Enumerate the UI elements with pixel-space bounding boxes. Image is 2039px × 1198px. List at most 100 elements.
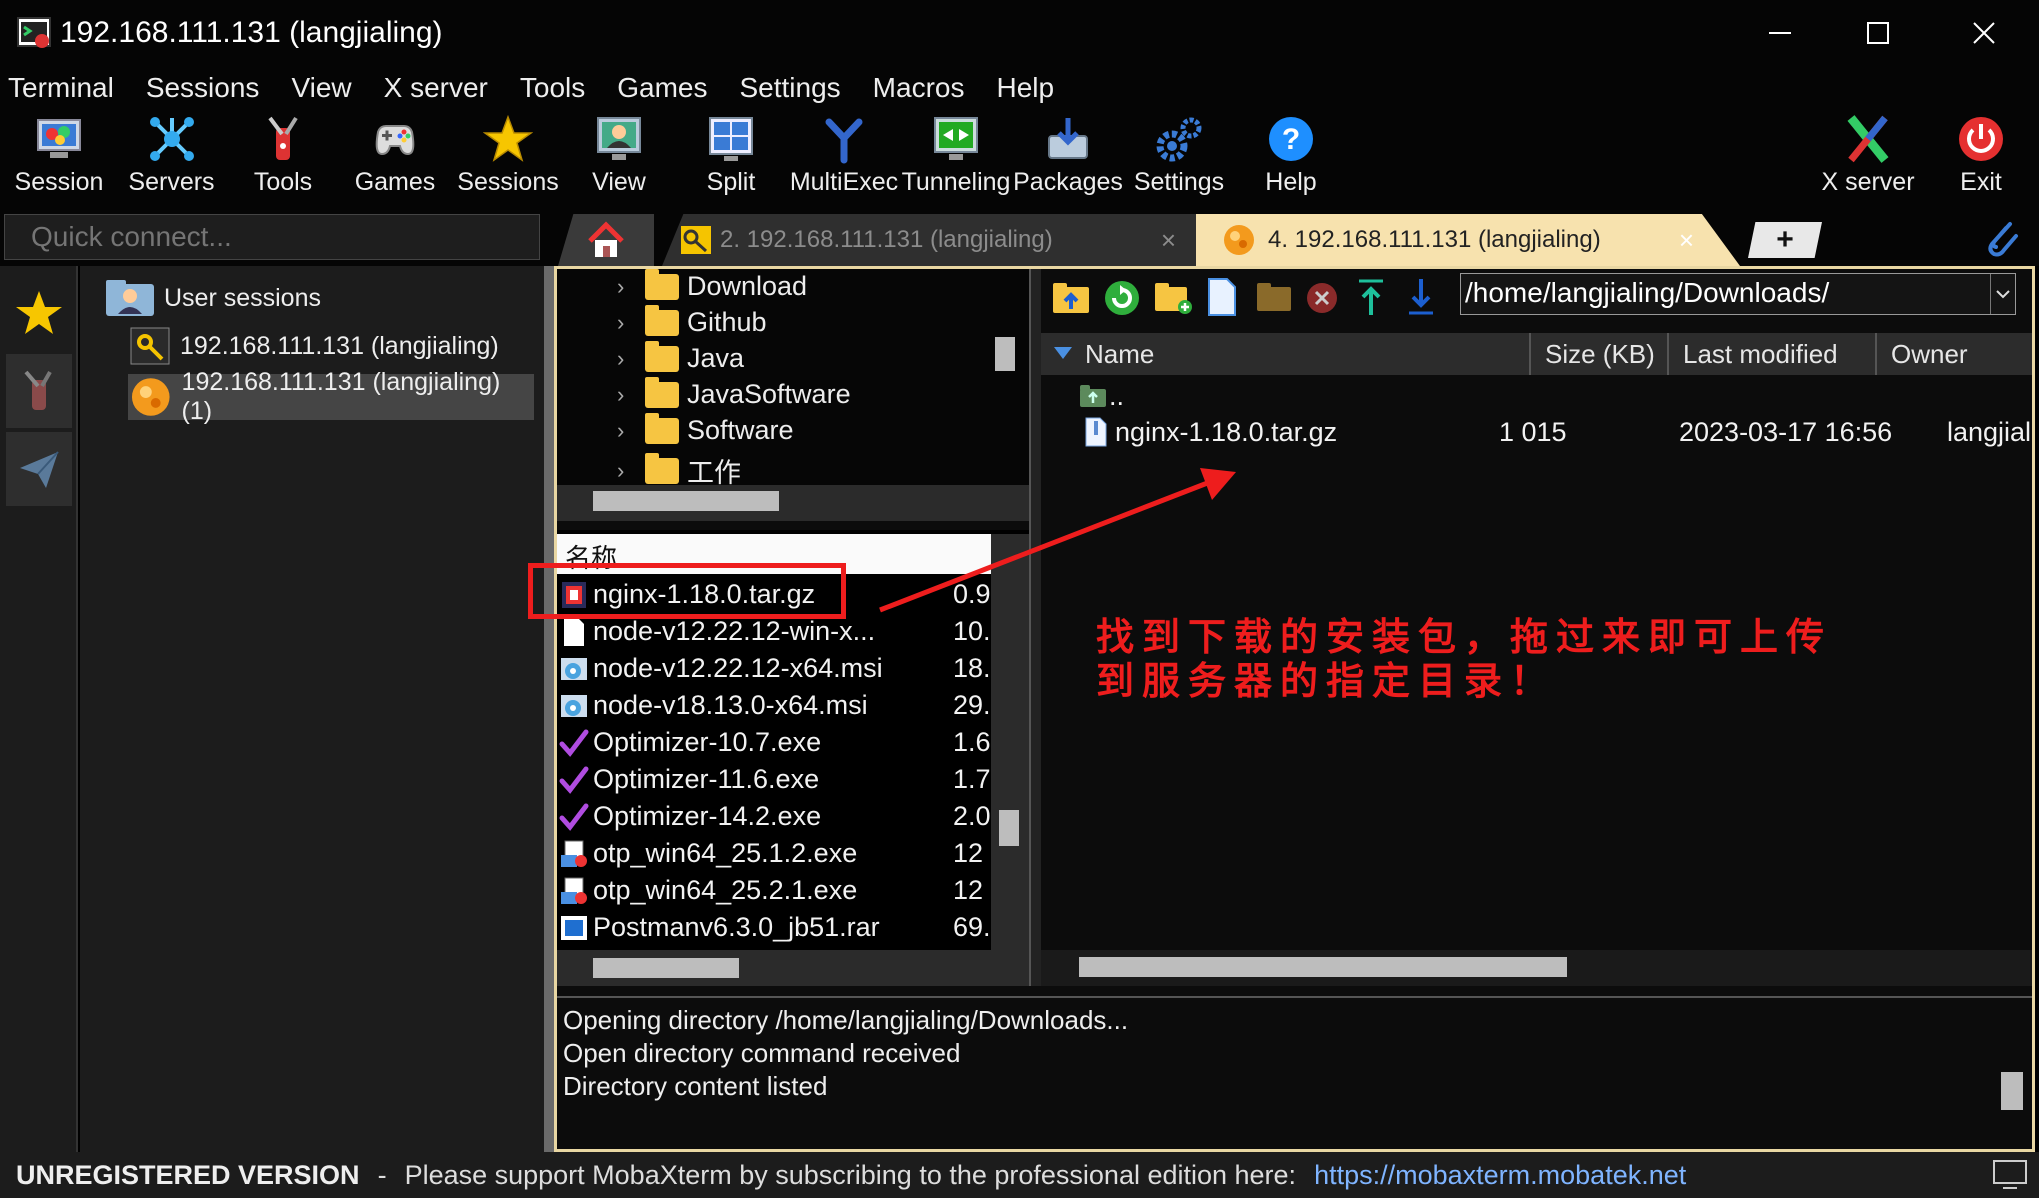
tab-session-4[interactable]: 4. 192.168.111.131 (langjialing) × [1196, 214, 1740, 266]
remote-path-field[interactable]: /home/langjialing/Downloads/ [1460, 273, 2016, 315]
file-name: node-v12.22.12-x64.msi [593, 653, 883, 683]
servers-button[interactable]: Servers [124, 110, 219, 206]
help-icon: ? [1269, 117, 1313, 161]
list-item-optimizer-14[interactable]: Optimizer-14.2.exe 2.0 [557, 798, 997, 835]
panel-splitter[interactable] [544, 266, 554, 1152]
menu-games[interactable]: Games [617, 72, 707, 104]
minimize-button[interactable] [1740, 0, 1820, 66]
menu-settings[interactable]: Settings [740, 72, 841, 104]
menu-view[interactable]: View [291, 72, 351, 104]
parent-dir-label: .. [1109, 381, 1125, 411]
games-button[interactable]: Games [350, 110, 440, 206]
tree-item-java[interactable]: › Java [617, 340, 744, 374]
local-list-vertical-scrollbar[interactable] [999, 810, 1019, 846]
tools-button[interactable]: Tools [238, 110, 328, 206]
menu-xserver[interactable]: X server [384, 72, 488, 104]
menu-tools[interactable]: Tools [520, 72, 585, 104]
tree-vertical-scrollbar[interactable] [995, 337, 1015, 371]
view-button[interactable]: View [574, 110, 664, 206]
quick-connect-input[interactable] [4, 214, 540, 260]
folder-icon [645, 452, 679, 484]
chevron-right-icon: › [617, 345, 625, 371]
split-button[interactable]: Split [686, 110, 776, 206]
tree-item-github[interactable]: › Github [617, 304, 767, 338]
tree-item-javasoftware[interactable]: › JavaSoftware [617, 376, 851, 410]
list-item-optimizer-10[interactable]: Optimizer-10.7.exe 1.6 [557, 724, 997, 761]
packages-button[interactable]: Packages [1013, 110, 1123, 206]
annotation-text: 找到下载的安装包，拖过来即可上传到服务器的指定目录！ [1096, 614, 1833, 703]
xserver-button[interactable]: X server [1818, 110, 1918, 206]
new-folder-icon[interactable] [1153, 279, 1193, 315]
path-dropdown-button[interactable] [1990, 274, 2015, 314]
menu-macros[interactable]: Macros [873, 72, 965, 104]
local-list-horizontal-scrollbar[interactable] [593, 958, 739, 978]
folder-disabled-icon[interactable] [1255, 281, 1293, 313]
tree-horizontal-scrollbar[interactable] [593, 491, 779, 511]
list-item-postman[interactable]: Postmanv6.3.0_jb51.rar 69. [557, 909, 997, 946]
list-item-node-msi-2[interactable]: node-v18.13.0-x64.msi 29. [557, 687, 997, 724]
list-item-otp-2[interactable]: otp_win64_25.2.1.exe 12 [557, 872, 997, 909]
download-icon[interactable] [1405, 277, 1437, 317]
chevron-down-icon [1996, 290, 2010, 299]
session-orange-icon [1224, 225, 1254, 255]
tools-sidebar-tab[interactable] [6, 354, 72, 428]
file-name: Optimizer-10.7.exe [593, 727, 822, 757]
help-button[interactable]: ? Help [1246, 110, 1336, 206]
menu-terminal[interactable]: Terminal [8, 72, 114, 104]
new-tab-button[interactable]: + [1748, 222, 1822, 258]
tab-session-2[interactable]: 2. 192.168.111.131 (langjialing) × [662, 214, 1196, 266]
upload-icon[interactable] [1355, 277, 1387, 317]
list-item-optimizer-11[interactable]: Optimizer-11.6.exe 1.7 [557, 761, 997, 798]
close-window-button[interactable] [1944, 0, 2024, 66]
new-file-icon[interactable] [1207, 277, 1237, 317]
session-item-2[interactable]: 192.168.111.131 (langjialing) (1) [128, 368, 534, 425]
user-sessions-folder[interactable]: User sessions [104, 278, 321, 318]
session-button[interactable]: Session [14, 110, 104, 206]
column-owner[interactable]: Owner [1877, 333, 2032, 375]
list-item-node-msi-1[interactable]: node-v12.22.12-x64.msi 18. [557, 650, 997, 687]
macros-sidebar-tab[interactable] [6, 432, 72, 506]
maximize-button[interactable] [1838, 0, 1918, 66]
menu-help[interactable]: Help [996, 72, 1054, 104]
exit-button[interactable]: Exit [1936, 110, 2026, 206]
annotation-arrow [879, 468, 1236, 613]
file-name: Postmanv6.3.0_jb51.rar [593, 912, 880, 942]
remote-horizontal-scrollbar[interactable] [1079, 957, 1567, 977]
tab-4-close-button[interactable]: × [1679, 225, 1694, 256]
session-item-2-label: 192.168.111.131 (langjialing) (1) [181, 368, 501, 425]
list-item-otp-1[interactable]: otp_win64_25.1.2.exe 12 [557, 835, 997, 872]
delete-icon[interactable] [1305, 281, 1339, 315]
file-name: otp_win64_25.1.2.exe [593, 838, 858, 868]
tree-item-software[interactable]: › Software [617, 412, 794, 446]
settings-button[interactable]: Settings [1134, 110, 1224, 206]
column-size[interactable]: Size (KB) [1531, 333, 1669, 375]
installer-icon [561, 657, 587, 680]
sessions-sidebar-tab[interactable] [6, 276, 72, 350]
monitor-icon[interactable] [1993, 1160, 2027, 1190]
remote-parent-row[interactable]: .. [1041, 379, 2032, 415]
exit-label: Exit [1960, 168, 2002, 196]
tunneling-button[interactable]: Tunneling [902, 110, 1010, 206]
parent-folder-icon[interactable] [1051, 279, 1091, 315]
refresh-icon[interactable] [1103, 279, 1141, 317]
star-icon [483, 114, 533, 162]
column-name[interactable]: Name [1071, 333, 1531, 375]
session-item-1[interactable]: 192.168.111.131 (langjialing) [130, 324, 499, 368]
tree-item-label: Github [687, 307, 767, 337]
multiexec-button[interactable]: MultiExec [790, 110, 898, 206]
menu-sessions[interactable]: Sessions [146, 72, 260, 104]
maximize-icon [1867, 22, 1889, 44]
tab-2-close-button[interactable]: × [1161, 225, 1176, 256]
home-tab[interactable] [558, 214, 654, 266]
file-name: Optimizer-11.6.exe [593, 764, 820, 794]
remote-file-modified: 2023-03-17 16:56 [1679, 417, 1893, 447]
log-vertical-scrollbar[interactable] [2001, 1072, 2023, 1110]
attach-icon[interactable] [1980, 216, 2022, 260]
sort-descending-icon[interactable] [1053, 345, 1073, 361]
remote-file-row[interactable]: nginx-1.18.0.tar.gz 1 015 2023-03-17 16:… [1041, 415, 2032, 451]
sessions-button[interactable]: Sessions [457, 110, 559, 206]
mobaxterm-website-link[interactable]: https://mobaxterm.mobatek.net [1314, 1160, 1686, 1191]
folder-icon [645, 412, 679, 444]
tree-item-download[interactable]: › Download [617, 268, 807, 302]
column-modified[interactable]: Last modified [1669, 333, 1877, 375]
